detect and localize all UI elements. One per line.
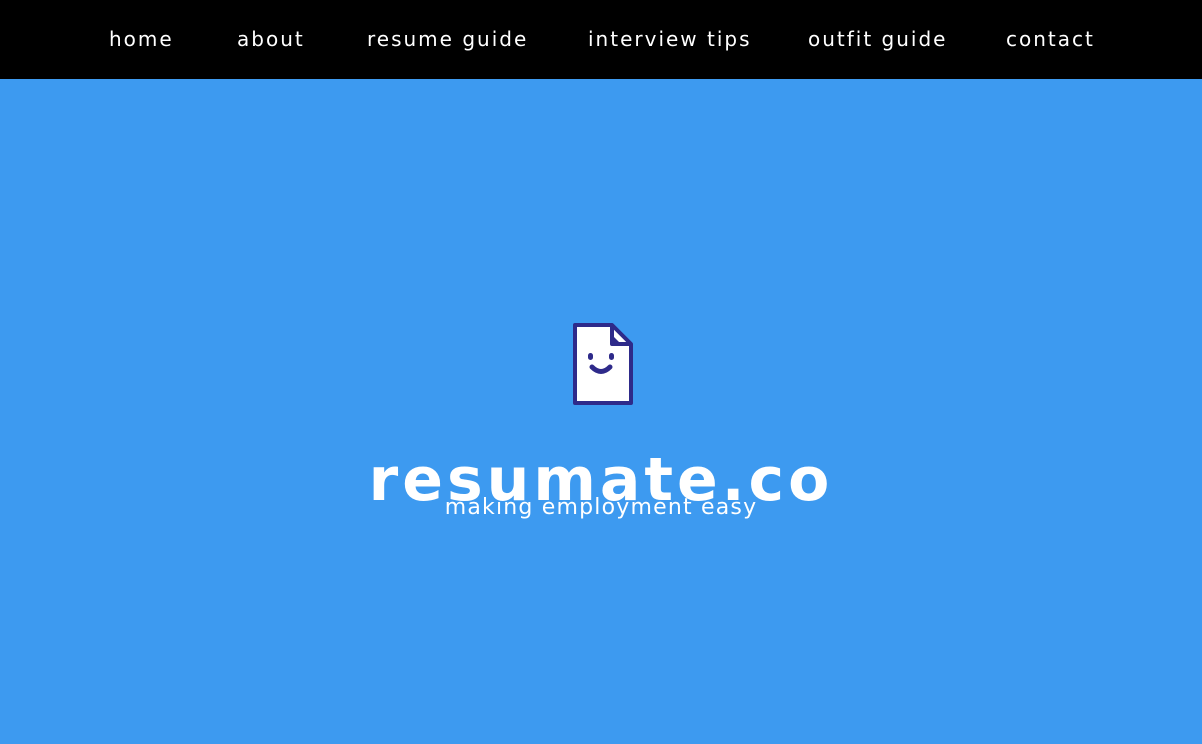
brand-tagline: making employment easy: [444, 495, 758, 520]
nav-about-link[interactable]: about: [237, 25, 305, 53]
hero-section: resumate.co making employment easy: [0, 79, 1202, 744]
top-navigation: home about resume guide interview tips o…: [0, 0, 1202, 79]
page: home about resume guide interview tips o…: [0, 0, 1202, 744]
nav-interview-tips-link[interactable]: interview tips: [588, 25, 752, 53]
nav-outfit-guide-link[interactable]: outfit guide: [808, 25, 947, 53]
smiling-document-icon: [573, 323, 633, 405]
nav-contact-link[interactable]: contact: [1006, 25, 1095, 53]
nav-home-link[interactable]: home: [109, 25, 174, 53]
nav-resume-guide-link[interactable]: resume guide: [367, 25, 528, 53]
